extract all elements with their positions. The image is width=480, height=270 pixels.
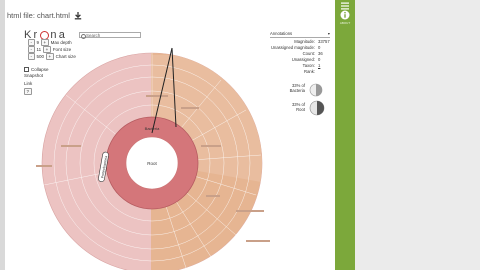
root-label: Root	[147, 161, 157, 166]
info-icon[interactable]	[340, 10, 350, 20]
right-gray-panel	[355, 0, 480, 270]
about-label: ABOUT	[339, 21, 351, 25]
side-toolbar: ABOUT	[335, 0, 355, 270]
left-edge-bar	[0, 0, 5, 270]
krona-sunburst-chart[interactable]: Root Bacteria Proteobacteria	[6, 25, 330, 270]
download-icon[interactable]	[74, 11, 82, 20]
file-name[interactable]: html file: chart.html	[7, 11, 70, 20]
file-bar: html file: chart.html	[7, 11, 82, 20]
krona-viewer[interactable]: Kr na - 9 + Max depth - 11 + Font size - …	[6, 25, 330, 270]
